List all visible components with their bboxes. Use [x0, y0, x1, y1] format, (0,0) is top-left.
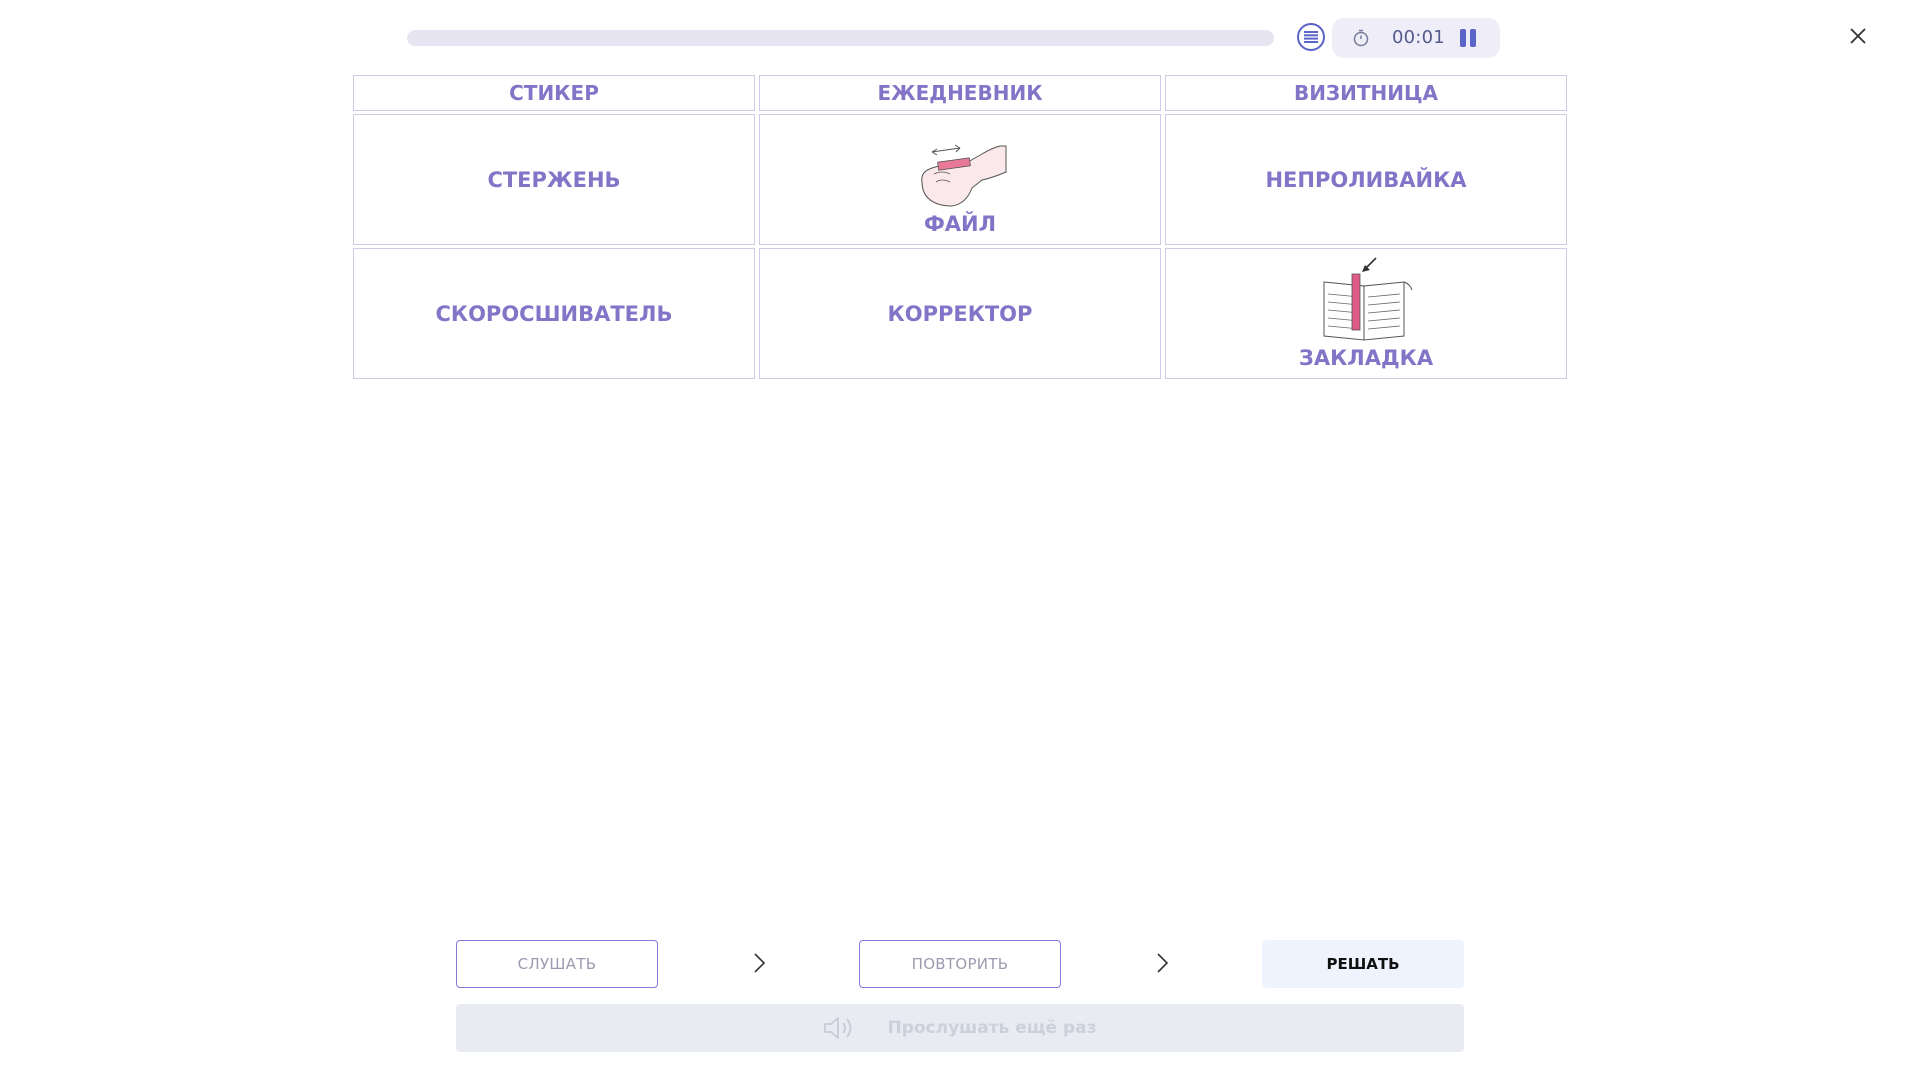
word-cell-spill-proof-cup[interactable]: НЕПРОЛИВАЙКА: [1165, 114, 1567, 245]
listen-again-button[interactable]: Прослушать ещё раз: [456, 1004, 1464, 1052]
word-label: СКОРОСШИВАТЕЛЬ: [435, 301, 673, 326]
close-icon: [1850, 28, 1866, 44]
progress-bar: [407, 30, 1274, 46]
speaker-icon: [824, 1017, 852, 1039]
word-cell-bookmark[interactable]: ЗАКЛАДКА: [1165, 248, 1567, 379]
hand-pulling-tape-icon: [921, 144, 1007, 207]
header-cell-card-holder[interactable]: ВИЗИТНИЦА: [1165, 75, 1567, 111]
solve-button[interactable]: РЕШАТЬ: [1262, 940, 1464, 988]
word-cell-corrector[interactable]: КОРРЕКТОР: [759, 248, 1161, 379]
chevron-right-icon: [1157, 953, 1169, 973]
word-label: НЕПРОЛИВАЙКА: [1265, 167, 1467, 192]
chevron-right-icon: [754, 953, 766, 973]
header-cell-sticker[interactable]: СТИКЕР: [353, 75, 755, 111]
word-label: КОРРЕКТОР: [887, 301, 1033, 326]
word-grid: СТИКЕР ЕЖЕДНЕВНИК ВИЗИТНИЦА СТЕРЖЕНЬ ФАЙ…: [353, 75, 1567, 382]
pause-button[interactable]: [1458, 29, 1478, 47]
repeat-button[interactable]: ПОВТОРИТЬ: [859, 940, 1061, 988]
word-cell-file[interactable]: ФАЙЛ: [759, 114, 1161, 245]
pause-icon: [1460, 29, 1466, 47]
header-cell-planner[interactable]: ЕЖЕДНЕВНИК: [759, 75, 1161, 111]
list-menu-button[interactable]: [1297, 23, 1325, 51]
word-cell-refill[interactable]: СТЕРЖЕНЬ: [353, 114, 755, 245]
timer: 00:01: [1332, 18, 1500, 58]
timer-value: 00:01: [1392, 27, 1445, 48]
word-cell-binder[interactable]: СКОРОСШИВАТЕЛЬ: [353, 248, 755, 379]
listen-button[interactable]: СЛУШАТЬ: [456, 940, 658, 988]
close-button[interactable]: [1846, 24, 1870, 48]
word-label: ФАЙЛ: [923, 212, 997, 236]
stopwatch-icon: [1353, 29, 1369, 47]
word-label: ЗАКЛАДКА: [1298, 346, 1434, 370]
list-icon: [1304, 31, 1318, 43]
word-label: СТЕРЖЕНЬ: [487, 167, 621, 192]
book-bookmark-icon: [1323, 257, 1413, 341]
